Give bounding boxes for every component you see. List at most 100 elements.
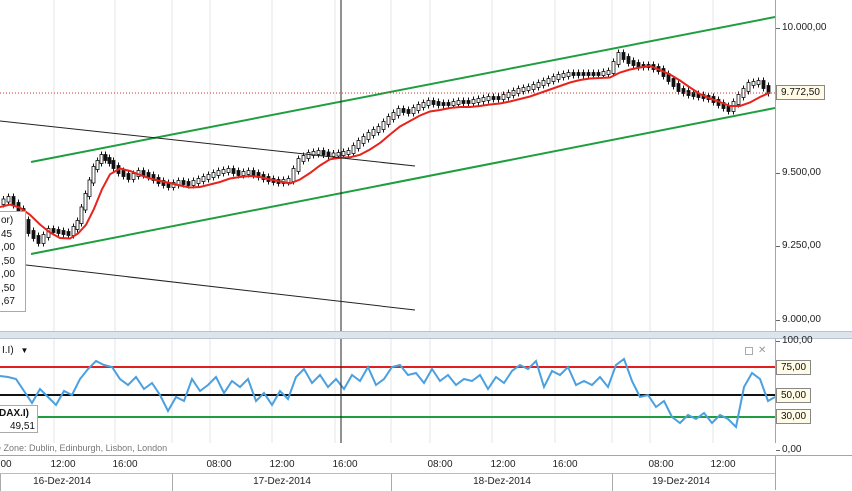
price-tick: 10.000,00 xyxy=(776,22,827,33)
price-tick: 9.250,00 xyxy=(776,240,821,251)
candle-body xyxy=(626,56,631,64)
candle-body xyxy=(381,121,386,130)
candle-body xyxy=(756,80,761,85)
candle-body xyxy=(401,108,406,113)
current-price-label: 9.772,50 xyxy=(776,85,825,100)
candle-body xyxy=(121,170,126,177)
candle-body xyxy=(36,235,41,244)
channel-upper-line[interactable] xyxy=(30,16,775,163)
indicator-title[interactable]: I.I) ▼ xyxy=(2,345,28,356)
candle-body xyxy=(611,61,616,74)
candle-body xyxy=(79,206,84,224)
time-tick: 16:00 xyxy=(332,459,358,470)
day-label: 19-Dez-2014 xyxy=(652,476,710,487)
time-axis[interactable]: 00 12:00 16:00 08:00 12:00 16:00 08:00 1… xyxy=(0,455,775,491)
trend-line-lower-black[interactable] xyxy=(0,261,416,311)
candle-body xyxy=(351,145,356,154)
price-axis[interactable]: 10.000,00 9.500,00 9.250,00 9.000,00 9.7… xyxy=(775,0,852,331)
day-label: 16-Dez-2014 xyxy=(33,476,91,487)
candle-body xyxy=(371,129,376,136)
osc-tick: 0,00 xyxy=(775,444,802,455)
candle-body xyxy=(291,168,296,182)
candle-body xyxy=(286,178,291,183)
candle-body xyxy=(226,168,231,173)
candle-body xyxy=(201,176,206,182)
candle-body xyxy=(671,78,676,87)
candle-body xyxy=(231,168,236,174)
candle-body xyxy=(366,132,371,140)
candle-body xyxy=(441,102,446,106)
oscillator-chart[interactable] xyxy=(0,339,775,443)
candle-body xyxy=(61,230,66,235)
candle-body xyxy=(126,173,131,180)
candle-body xyxy=(411,107,416,114)
price-chart-pane[interactable]: or) 45 ,00 ,50 ,00 ,50 ,67 xyxy=(0,0,775,331)
candle-body xyxy=(491,96,496,100)
candle-body xyxy=(206,174,211,180)
candle-body xyxy=(83,193,88,211)
candle-body xyxy=(481,97,486,102)
candle-body xyxy=(296,158,301,172)
day-separator xyxy=(172,474,173,491)
candle-body xyxy=(581,72,586,76)
legend-line: ,50 xyxy=(1,282,15,294)
oscillator-pane[interactable] xyxy=(0,339,775,443)
candle-body xyxy=(406,109,411,114)
legend-line: or) xyxy=(1,215,14,226)
candle-body xyxy=(11,196,16,206)
candle-body xyxy=(181,180,186,185)
indicator-tooltip: DAX.I) 49,51 xyxy=(0,405,38,433)
candle-body xyxy=(241,171,246,176)
candle-body xyxy=(301,155,306,162)
candle-body xyxy=(56,229,61,234)
legend-box: or) 45 ,00 ,50 ,00 ,50 ,67 xyxy=(0,211,26,312)
level-75-label: 75,00 xyxy=(776,360,812,375)
candle-body xyxy=(99,154,104,164)
candle-body xyxy=(536,82,541,88)
candle-body xyxy=(416,104,421,111)
candle-body xyxy=(541,80,546,86)
candle-body xyxy=(211,172,216,178)
maximize-pane-icon[interactable] xyxy=(745,347,753,355)
candle-body xyxy=(446,102,451,106)
candle-body xyxy=(476,98,481,103)
channel-lower-line[interactable] xyxy=(30,107,775,255)
legend-line: ,00 xyxy=(1,242,15,253)
candle-body xyxy=(1,198,6,205)
candle-body xyxy=(461,100,466,104)
candle-body xyxy=(571,72,576,76)
candle-body xyxy=(616,52,621,65)
timezone-label: e Zone: Dublin, Edinburgh, Lisbon, Londo… xyxy=(0,443,168,453)
candle-body xyxy=(356,140,361,149)
candle-body xyxy=(66,231,71,236)
day-separator xyxy=(612,474,613,491)
indicator-tooltip-value: 49,51 xyxy=(9,421,35,432)
legend-line: ,00 xyxy=(1,269,15,280)
legend-line: ,67 xyxy=(1,296,15,307)
oscillator-axis[interactable]: 100,00 75,00 50,00 30,00 0,00 xyxy=(775,335,852,455)
time-tick: 16:00 xyxy=(552,459,578,470)
candle-body xyxy=(456,100,461,105)
time-tick: 12:00 xyxy=(50,459,76,470)
day-label: 17-Dez-2014 xyxy=(253,476,311,487)
day-separator xyxy=(0,474,1,491)
candle-body xyxy=(103,154,108,161)
candle-body xyxy=(576,72,581,76)
dropdown-arrow-icon[interactable]: ▼ xyxy=(20,346,28,355)
candle-body xyxy=(736,94,741,105)
candle-body xyxy=(396,108,401,116)
candle-body xyxy=(471,99,476,104)
level-30-label: 30,00 xyxy=(776,409,812,424)
candle-body xyxy=(41,234,46,244)
close-pane-icon[interactable]: ✕ xyxy=(758,346,766,356)
candle-body xyxy=(436,101,441,106)
candle-body xyxy=(526,86,531,91)
candle-body xyxy=(6,196,11,203)
time-tick: 12:00 xyxy=(490,459,516,470)
day-separator xyxy=(391,474,392,491)
pane-splitter[interactable] xyxy=(0,331,852,339)
price-chart[interactable] xyxy=(0,0,775,331)
level-50-label: 50,00 xyxy=(776,388,812,403)
candle-body xyxy=(51,228,56,233)
time-tick: 16:00 xyxy=(112,459,138,470)
